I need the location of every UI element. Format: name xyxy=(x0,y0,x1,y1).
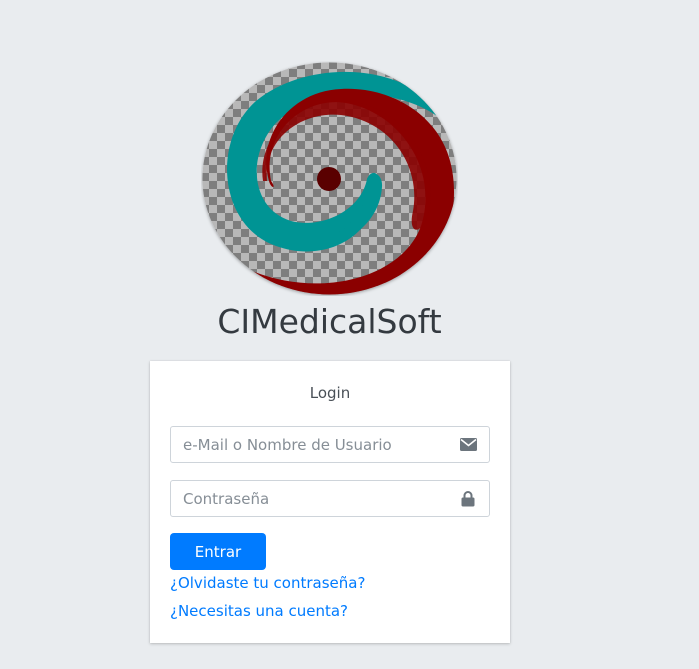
password-input[interactable] xyxy=(171,481,447,516)
login-title: Login xyxy=(309,384,351,402)
brand-name: CIMedicalSoft xyxy=(217,302,442,341)
logo xyxy=(201,61,458,296)
email-input[interactable] xyxy=(171,427,447,462)
login-card: Login Entrar ¿Olvidaste tu contraseña? ¿… xyxy=(150,361,510,643)
submit-button[interactable]: Entrar xyxy=(170,533,266,570)
envelope-icon xyxy=(447,427,489,462)
register-link[interactable]: ¿Necesitas una cuenta? xyxy=(170,602,348,620)
password-input-group xyxy=(170,480,490,517)
forgot-password-link[interactable]: ¿Olvidaste tu contraseña? xyxy=(170,574,365,592)
email-input-group xyxy=(170,426,490,463)
lock-icon xyxy=(447,481,489,516)
